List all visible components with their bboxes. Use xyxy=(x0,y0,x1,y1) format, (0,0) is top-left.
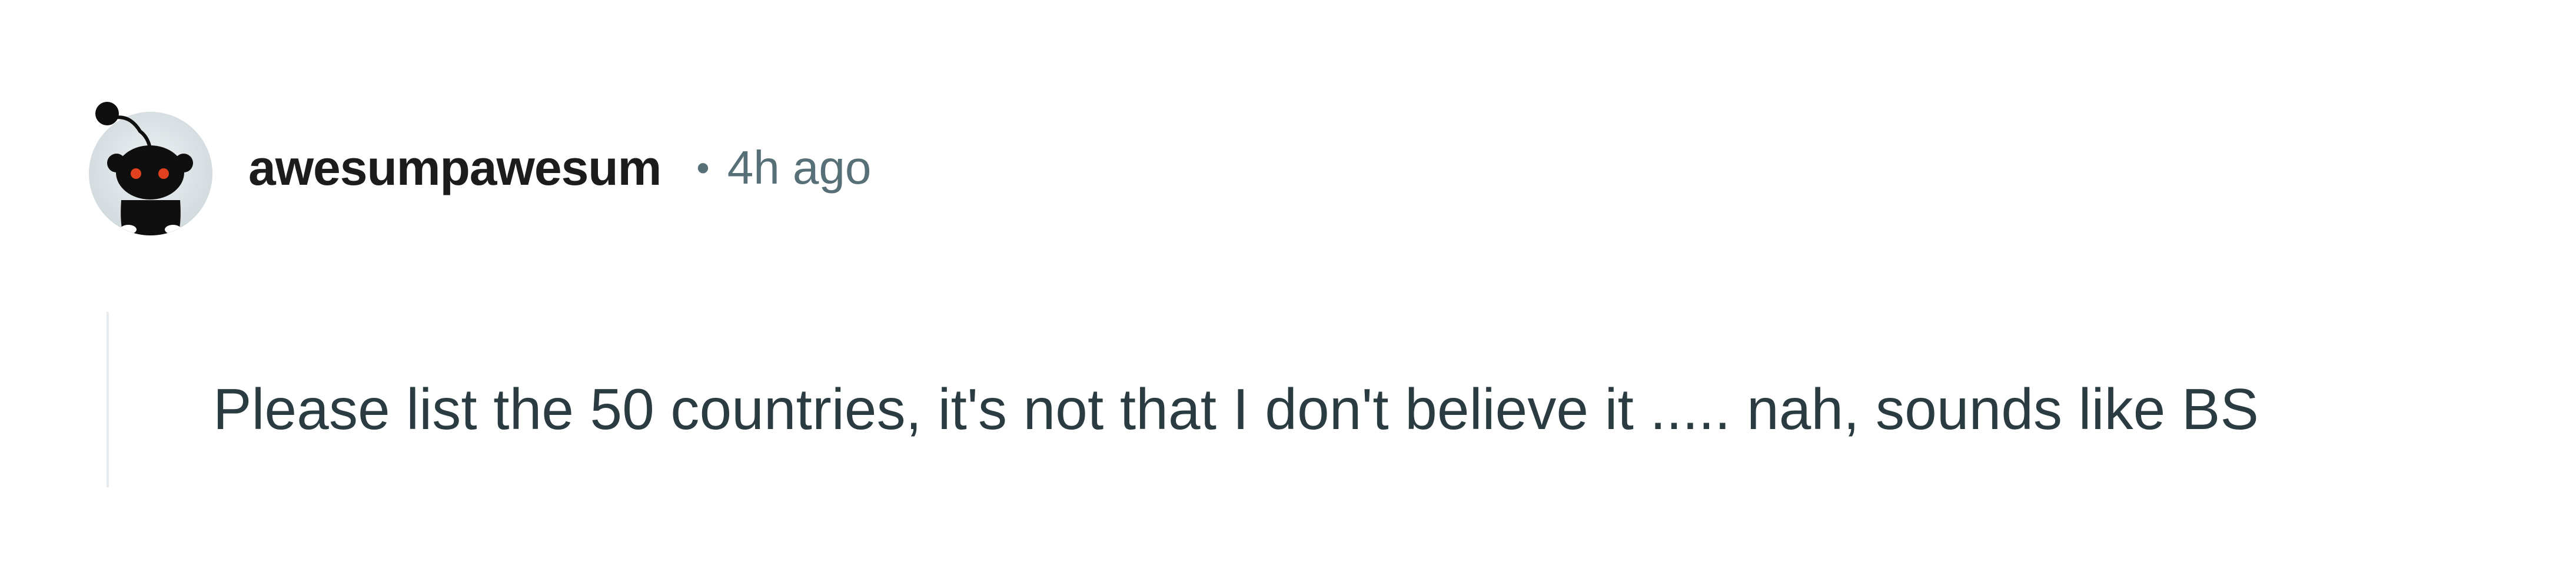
snoo-avatar-icon xyxy=(89,102,212,235)
meta-separator: • xyxy=(696,147,710,189)
thread-line[interactable] xyxy=(107,312,109,487)
comment-meta: awesumpawesum • 4h ago xyxy=(248,135,871,200)
comment: awesumpawesum • 4h ago Please list the 5… xyxy=(0,0,2576,575)
comment-timestamp[interactable]: 4h ago xyxy=(727,141,872,195)
avatar[interactable] xyxy=(74,97,215,238)
author-username[interactable]: awesumpawesum xyxy=(248,139,662,197)
comment-body: Please list the 50 countries, it's not t… xyxy=(213,376,2259,441)
